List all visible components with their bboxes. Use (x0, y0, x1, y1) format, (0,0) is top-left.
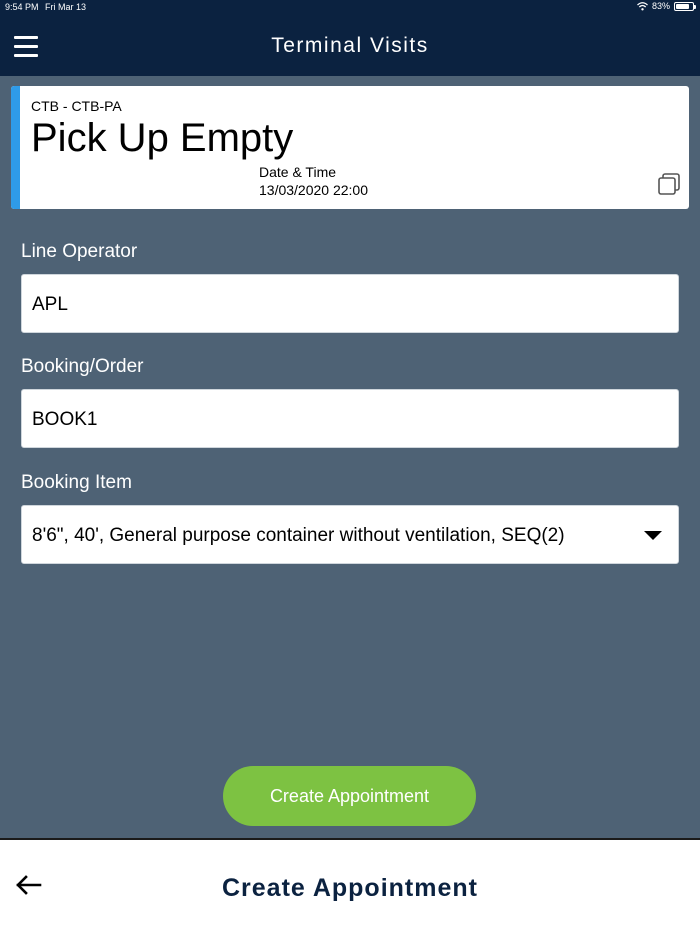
booking-item-value: 8'6", 40', General purpose container wit… (32, 525, 565, 546)
status-bar: 9:54 PM Fri Mar 13 83% (0, 0, 700, 14)
visit-type: Pick Up Empty (31, 116, 294, 160)
line-operator-value: APL (32, 294, 68, 315)
booking-order-label: Booking/Order (21, 356, 144, 377)
status-date: Fri Mar 13 (45, 2, 87, 12)
visit-card: CTB - CTB-PA Pick Up Empty Date & Time 1… (11, 86, 689, 209)
booking-item-label: Booking Item (21, 472, 132, 493)
page-title: Terminal Visits (271, 34, 429, 57)
battery-fill (676, 3, 690, 9)
datetime-value: 13/03/2020 22:00 (259, 182, 368, 198)
battery-icon (674, 1, 696, 11)
terminal-code: CTB - CTB-PA (31, 98, 122, 114)
status-right: 83% (637, 1, 696, 11)
booking-item-select[interactable]: 8'6", 40', General purpose container wit… (21, 505, 679, 564)
card-accent-bar (11, 86, 20, 209)
datetime-label: Date & Time (259, 164, 337, 180)
wifi-icon (637, 1, 648, 10)
bottom-title: Create Appointment (222, 874, 478, 902)
battery-percentage: 83% (651, 1, 670, 11)
booking-order-value: BOOK1 (32, 409, 98, 430)
line-operator-field[interactable]: APL (21, 274, 679, 333)
chevron-down-icon (644, 531, 662, 540)
booking-order-field[interactable]: BOOK1 (21, 389, 679, 448)
bottom-bar: Create Appointment (0, 838, 700, 934)
status-time: 9:54 PM (5, 2, 39, 12)
create-appointment-button[interactable]: Create Appointment (223, 766, 476, 826)
copy-icon[interactable] (657, 172, 681, 196)
line-operator-label: Line Operator (21, 241, 138, 262)
nav-bar: Terminal Visits (0, 14, 700, 76)
